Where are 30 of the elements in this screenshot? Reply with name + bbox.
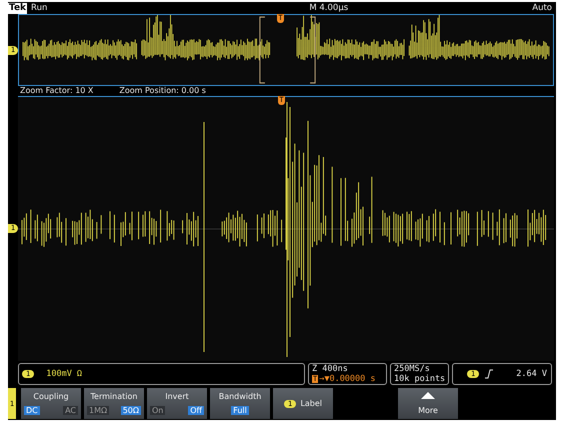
menu-button[interactable]: Invert On Off [147, 388, 207, 419]
option[interactable]: 50Ω [120, 406, 141, 416]
acquisition-state: Run [31, 3, 48, 13]
sample-rate: 250MS/s [394, 364, 431, 374]
rising-edge-icon [485, 369, 494, 379]
trigger-level: 2.64 V [516, 369, 547, 379]
option[interactable]: Off [188, 406, 204, 416]
menu-label: Termination [90, 392, 138, 401]
bandwidth-button[interactable]: Bandwidth Full [210, 388, 270, 419]
option[interactable]: DC [24, 406, 40, 416]
menu-button[interactable]: Termination 1MΩ 50Ω [84, 388, 144, 419]
up-arrow-icon [421, 392, 435, 400]
trigger-mode: Auto [532, 3, 552, 13]
menu-label: Coupling [33, 392, 69, 401]
menu-button[interactable]: Coupling DC AC [21, 388, 81, 419]
menu-label: Invert [165, 392, 189, 401]
option[interactable]: 1MΩ [87, 406, 110, 416]
zoom-position: Zoom Position: 0.00 s [119, 86, 206, 96]
acquisition-readout[interactable]: 250MS/s 10k points [390, 363, 449, 385]
option[interactable]: AC [63, 406, 78, 416]
brand-logo: Tek [8, 2, 28, 14]
zoom-scale: Z 400ns [312, 364, 349, 374]
option[interactable]: On [150, 406, 166, 416]
record-length: 10k points [394, 374, 446, 384]
zoom-bracket [259, 16, 316, 84]
zoom-factor: Zoom Factor: 10 X [20, 86, 94, 96]
more-button[interactable]: More [398, 388, 458, 419]
timebase-readout: M 4.00µs [309, 3, 348, 13]
delay-readout: →▼0.00000 s [319, 374, 376, 384]
vertical-scale: 100mV Ω [46, 369, 82, 379]
